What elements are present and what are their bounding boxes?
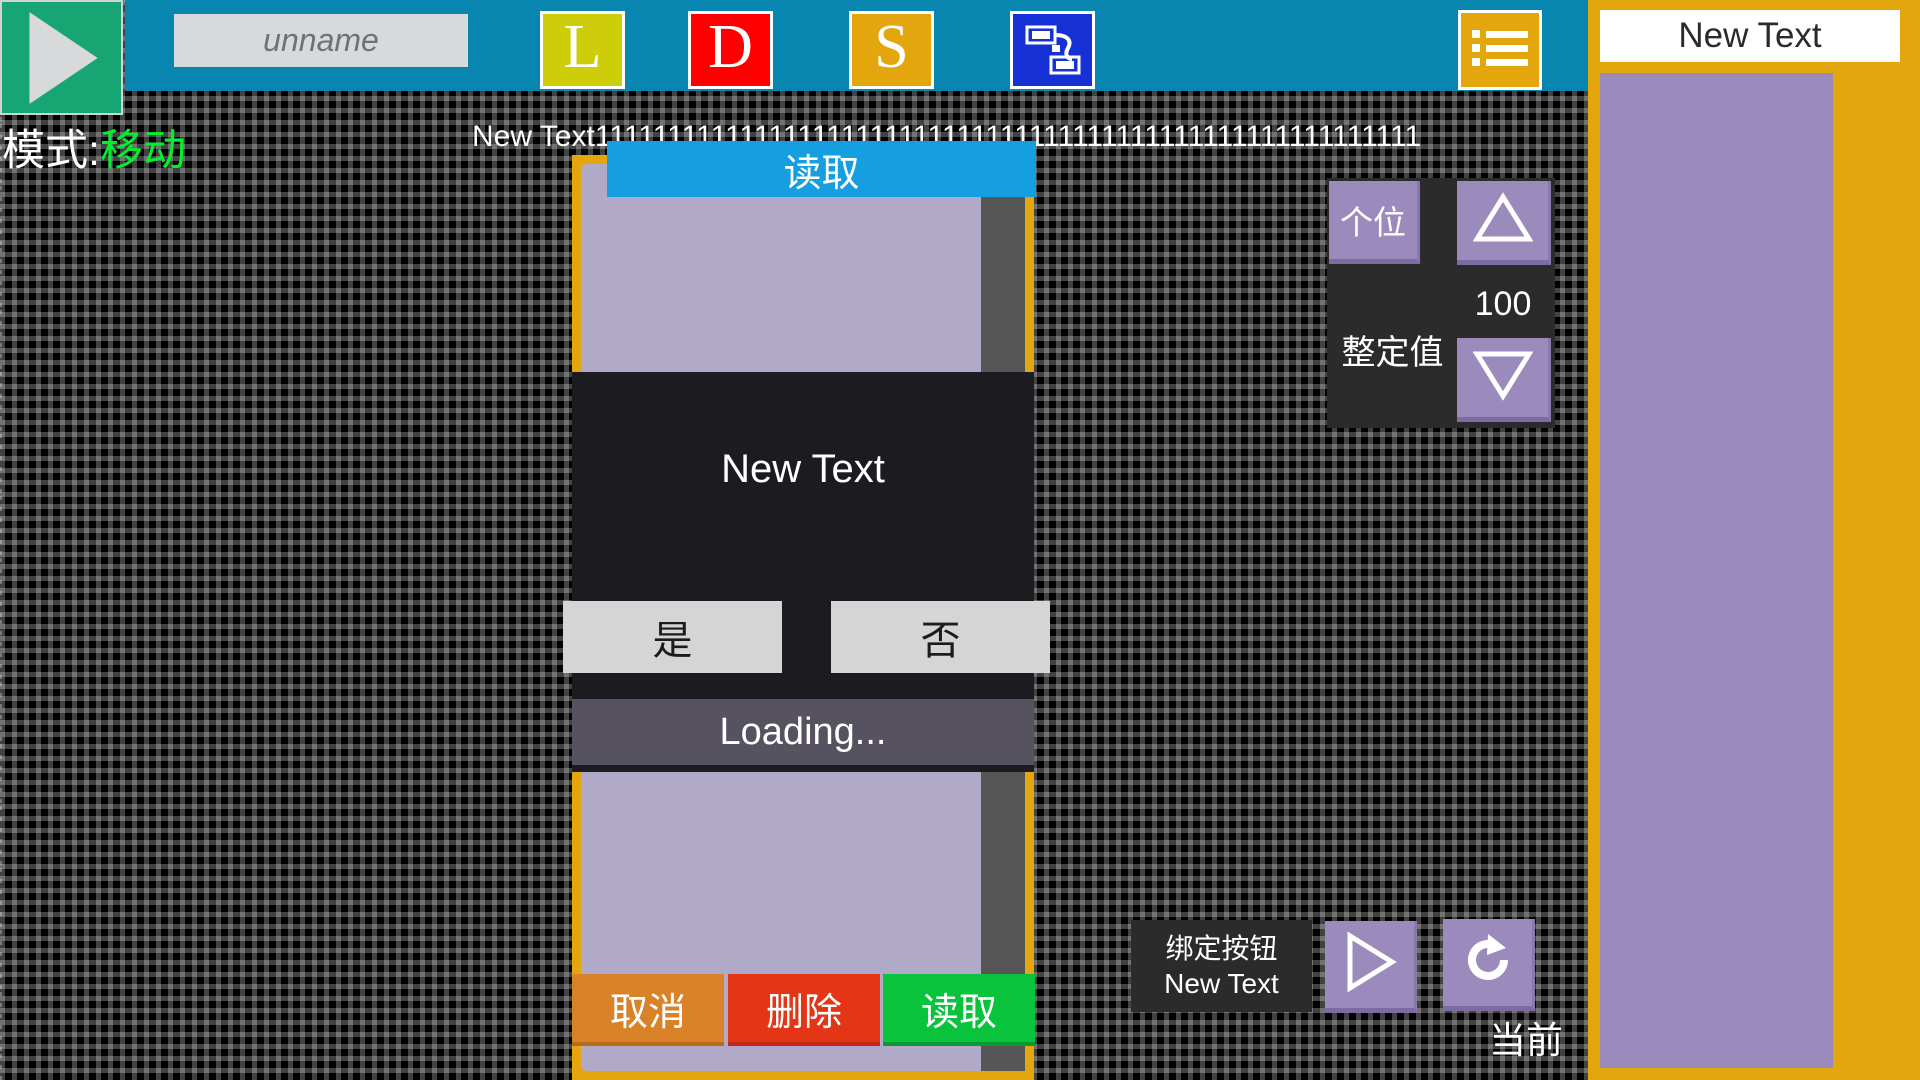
confirm-modal-buttons: 是 否	[563, 601, 1051, 673]
refresh-button[interactable]	[1443, 919, 1535, 1011]
mode-value-label: 移动	[99, 127, 186, 175]
bind-play-button[interactable]	[1325, 921, 1417, 1013]
play-triangle-icon	[1342, 931, 1398, 998]
setpoint-label: 整定值	[1341, 334, 1444, 372]
robot-arm-icon	[1022, 17, 1084, 84]
run-button[interactable]	[0, 0, 123, 115]
setpoint-value: 100	[1474, 285, 1532, 323]
robot-arm-button[interactable]	[1010, 11, 1095, 89]
load-button[interactable]: L	[540, 11, 625, 89]
sidebar-title[interactable]: New Text	[1600, 10, 1900, 62]
sidebar-content-panel[interactable]	[1600, 73, 1833, 1068]
load-button-label: L	[563, 13, 602, 81]
dialog-delete-button[interactable]: 删除	[728, 974, 880, 1046]
confirm-modal-message: New Text	[721, 447, 885, 491]
project-name-input[interactable]	[174, 14, 468, 67]
triangle-up-icon	[1472, 192, 1533, 249]
save-button[interactable]: S	[849, 11, 934, 89]
bind-button-panel: 绑定按钮 New Text	[1131, 920, 1312, 1012]
menu-button[interactable]	[1458, 10, 1542, 90]
save-button-label: S	[874, 13, 909, 81]
loading-indicator: Loading...	[572, 699, 1034, 765]
dialog-title: 读取	[607, 141, 1036, 197]
decrement-button[interactable]	[1457, 338, 1551, 422]
dialog-read-button[interactable]: 读取	[883, 974, 1035, 1046]
current-label: 当前	[1489, 1020, 1563, 1061]
refresh-icon	[1456, 928, 1520, 997]
dialog-button-row: 取消 删除 读取	[572, 974, 1035, 1046]
digit-place-button[interactable]: 个位	[1329, 181, 1420, 264]
application-root: L D S	[0, 0, 1920, 1080]
delete-button[interactable]: D	[688, 11, 773, 89]
mode-indicator: 模式:移动	[2, 130, 186, 173]
confirm-yes-button[interactable]: 是	[563, 601, 782, 673]
bind-panel-subtitle: New Text	[1164, 968, 1279, 999]
triangle-down-icon	[1472, 349, 1533, 406]
increment-button[interactable]	[1457, 181, 1551, 265]
right-sidebar: New Text	[1588, 0, 1920, 1080]
confirm-no-button[interactable]: 否	[831, 601, 1050, 673]
play-triangle-icon	[25, 11, 99, 105]
bind-panel-title: 绑定按钮	[1165, 933, 1278, 964]
dialog-cancel-button[interactable]: 取消	[572, 974, 724, 1046]
delete-button-label: D	[708, 13, 753, 81]
mode-prefix-label: 模式:	[2, 127, 100, 175]
list-menu-icon	[1470, 24, 1530, 77]
